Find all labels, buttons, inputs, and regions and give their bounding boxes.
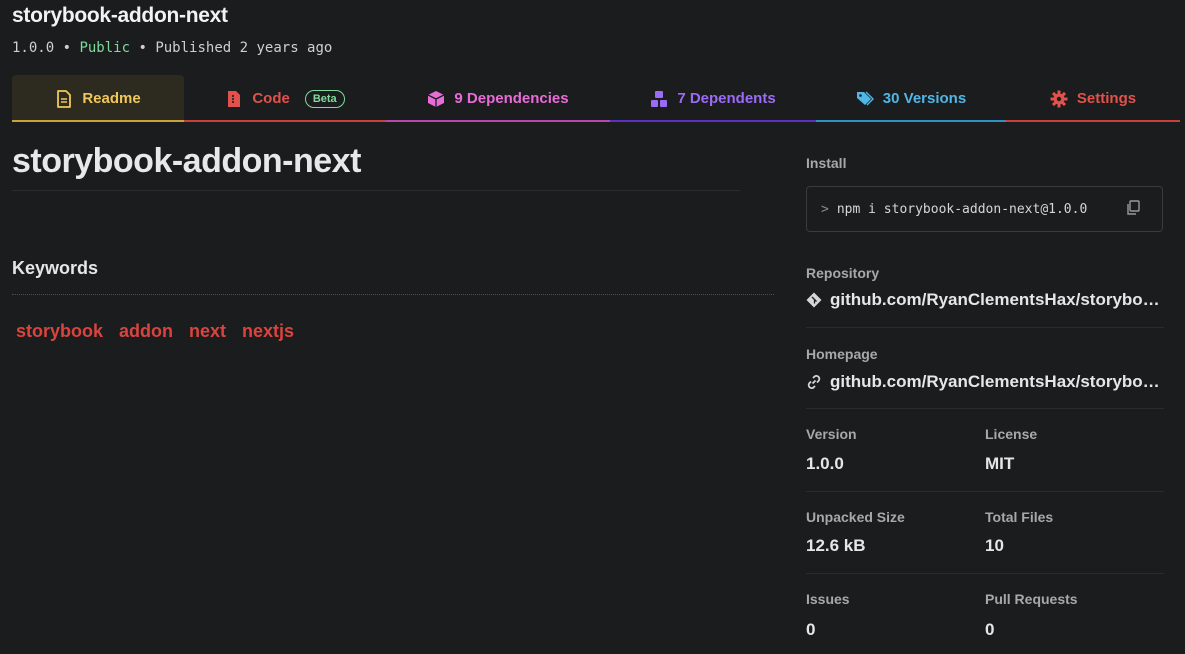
meta-separator: • bbox=[130, 40, 156, 56]
divider bbox=[806, 327, 1164, 328]
divider bbox=[806, 491, 1164, 492]
tab-dependents[interactable]: 7 Dependents bbox=[610, 75, 816, 122]
tab-underline bbox=[816, 120, 1006, 122]
tab-code-label: Code bbox=[252, 90, 290, 107]
package-tabs: Readme Code Beta 9 Dependencies 7 Depend… bbox=[12, 75, 1180, 122]
repository-link[interactable]: github.com/RyanClementsHax/storybo… bbox=[806, 290, 1160, 310]
beta-badge: Beta bbox=[304, 89, 345, 108]
package-version: 1.0.0 bbox=[12, 40, 55, 56]
pull-requests-label: Pull Requests bbox=[985, 591, 1078, 607]
boxes-icon bbox=[651, 90, 668, 107]
box-icon bbox=[428, 90, 445, 107]
git-icon bbox=[806, 292, 822, 308]
tab-underline bbox=[610, 120, 816, 122]
tab-dependents-label: 7 Dependents bbox=[677, 90, 776, 107]
tab-underline bbox=[184, 120, 386, 122]
tab-settings-label: Settings bbox=[1076, 90, 1137, 107]
license-value: MIT bbox=[985, 454, 1015, 473]
tab-code[interactable]: Code Beta bbox=[184, 75, 386, 122]
total-files-value: 10 bbox=[985, 536, 1004, 555]
version-value: 1.0.0 bbox=[806, 454, 844, 473]
keyword-link[interactable]: nextjs bbox=[242, 321, 294, 342]
keyword-list: storybook addon next nextjs bbox=[16, 321, 294, 342]
unpacked-size-label: Unpacked Size bbox=[806, 509, 905, 525]
divider bbox=[806, 573, 1164, 574]
document-icon bbox=[57, 89, 72, 108]
keyword-link[interactable]: next bbox=[189, 321, 226, 342]
tab-underline bbox=[386, 120, 610, 122]
tab-dependencies[interactable]: 9 Dependencies bbox=[386, 75, 610, 122]
tab-readme-label: Readme bbox=[82, 90, 141, 107]
keyword-link[interactable]: storybook bbox=[16, 321, 103, 342]
homepage-url: github.com/RyanClementsHax/storybo… bbox=[830, 372, 1160, 391]
link-icon bbox=[807, 375, 821, 389]
tab-settings[interactable]: Settings bbox=[1006, 75, 1180, 122]
version-label: Version bbox=[806, 426, 857, 442]
unpacked-size-value: 12.6 kB bbox=[806, 536, 866, 555]
tab-underline bbox=[12, 120, 184, 122]
tab-readme[interactable]: Readme bbox=[12, 75, 184, 122]
total-files-label: Total Files bbox=[985, 509, 1054, 525]
homepage-label: Homepage bbox=[806, 346, 878, 362]
divider bbox=[806, 408, 1164, 409]
install-command: npm i storybook-addon-next@1.0.0 bbox=[836, 201, 1088, 217]
readme-title: storybook-addon-next bbox=[12, 142, 361, 180]
tags-icon bbox=[856, 91, 874, 105]
tab-versions[interactable]: 30 Versions bbox=[816, 75, 1006, 122]
license-label: License bbox=[985, 426, 1038, 442]
published-date: Published 2 years ago bbox=[155, 40, 333, 56]
package-title: storybook-addon-next bbox=[12, 4, 228, 27]
issues-label: Issues bbox=[806, 591, 850, 607]
package-meta: 1.0.0 • Public • Published 2 years ago bbox=[12, 40, 332, 56]
prompt-chevron-icon: > bbox=[821, 201, 829, 217]
tab-dependencies-label: 9 Dependencies bbox=[454, 90, 569, 107]
visibility-badge: Public bbox=[79, 40, 131, 56]
issues-value: 0 bbox=[806, 620, 816, 639]
repository-label: Repository bbox=[806, 265, 880, 281]
install-command-box[interactable]: > npm i storybook-addon-next@1.0.0 bbox=[806, 186, 1163, 232]
meta-separator: • bbox=[54, 40, 80, 56]
code-file-icon bbox=[228, 90, 241, 107]
tab-underline bbox=[1006, 120, 1180, 122]
divider bbox=[12, 190, 740, 191]
keywords-heading: Keywords bbox=[12, 258, 99, 278]
repository-url: github.com/RyanClementsHax/storybo… bbox=[830, 290, 1160, 309]
keyword-link[interactable]: addon bbox=[119, 321, 173, 342]
copy-icon[interactable] bbox=[1126, 200, 1140, 216]
divider bbox=[12, 294, 774, 295]
pull-requests-value: 0 bbox=[985, 620, 995, 639]
homepage-link[interactable]: github.com/RyanClementsHax/storybo… bbox=[806, 372, 1160, 392]
tab-versions-label: 30 Versions bbox=[882, 90, 967, 107]
install-label: Install bbox=[806, 155, 847, 171]
gear-icon bbox=[1050, 90, 1068, 107]
